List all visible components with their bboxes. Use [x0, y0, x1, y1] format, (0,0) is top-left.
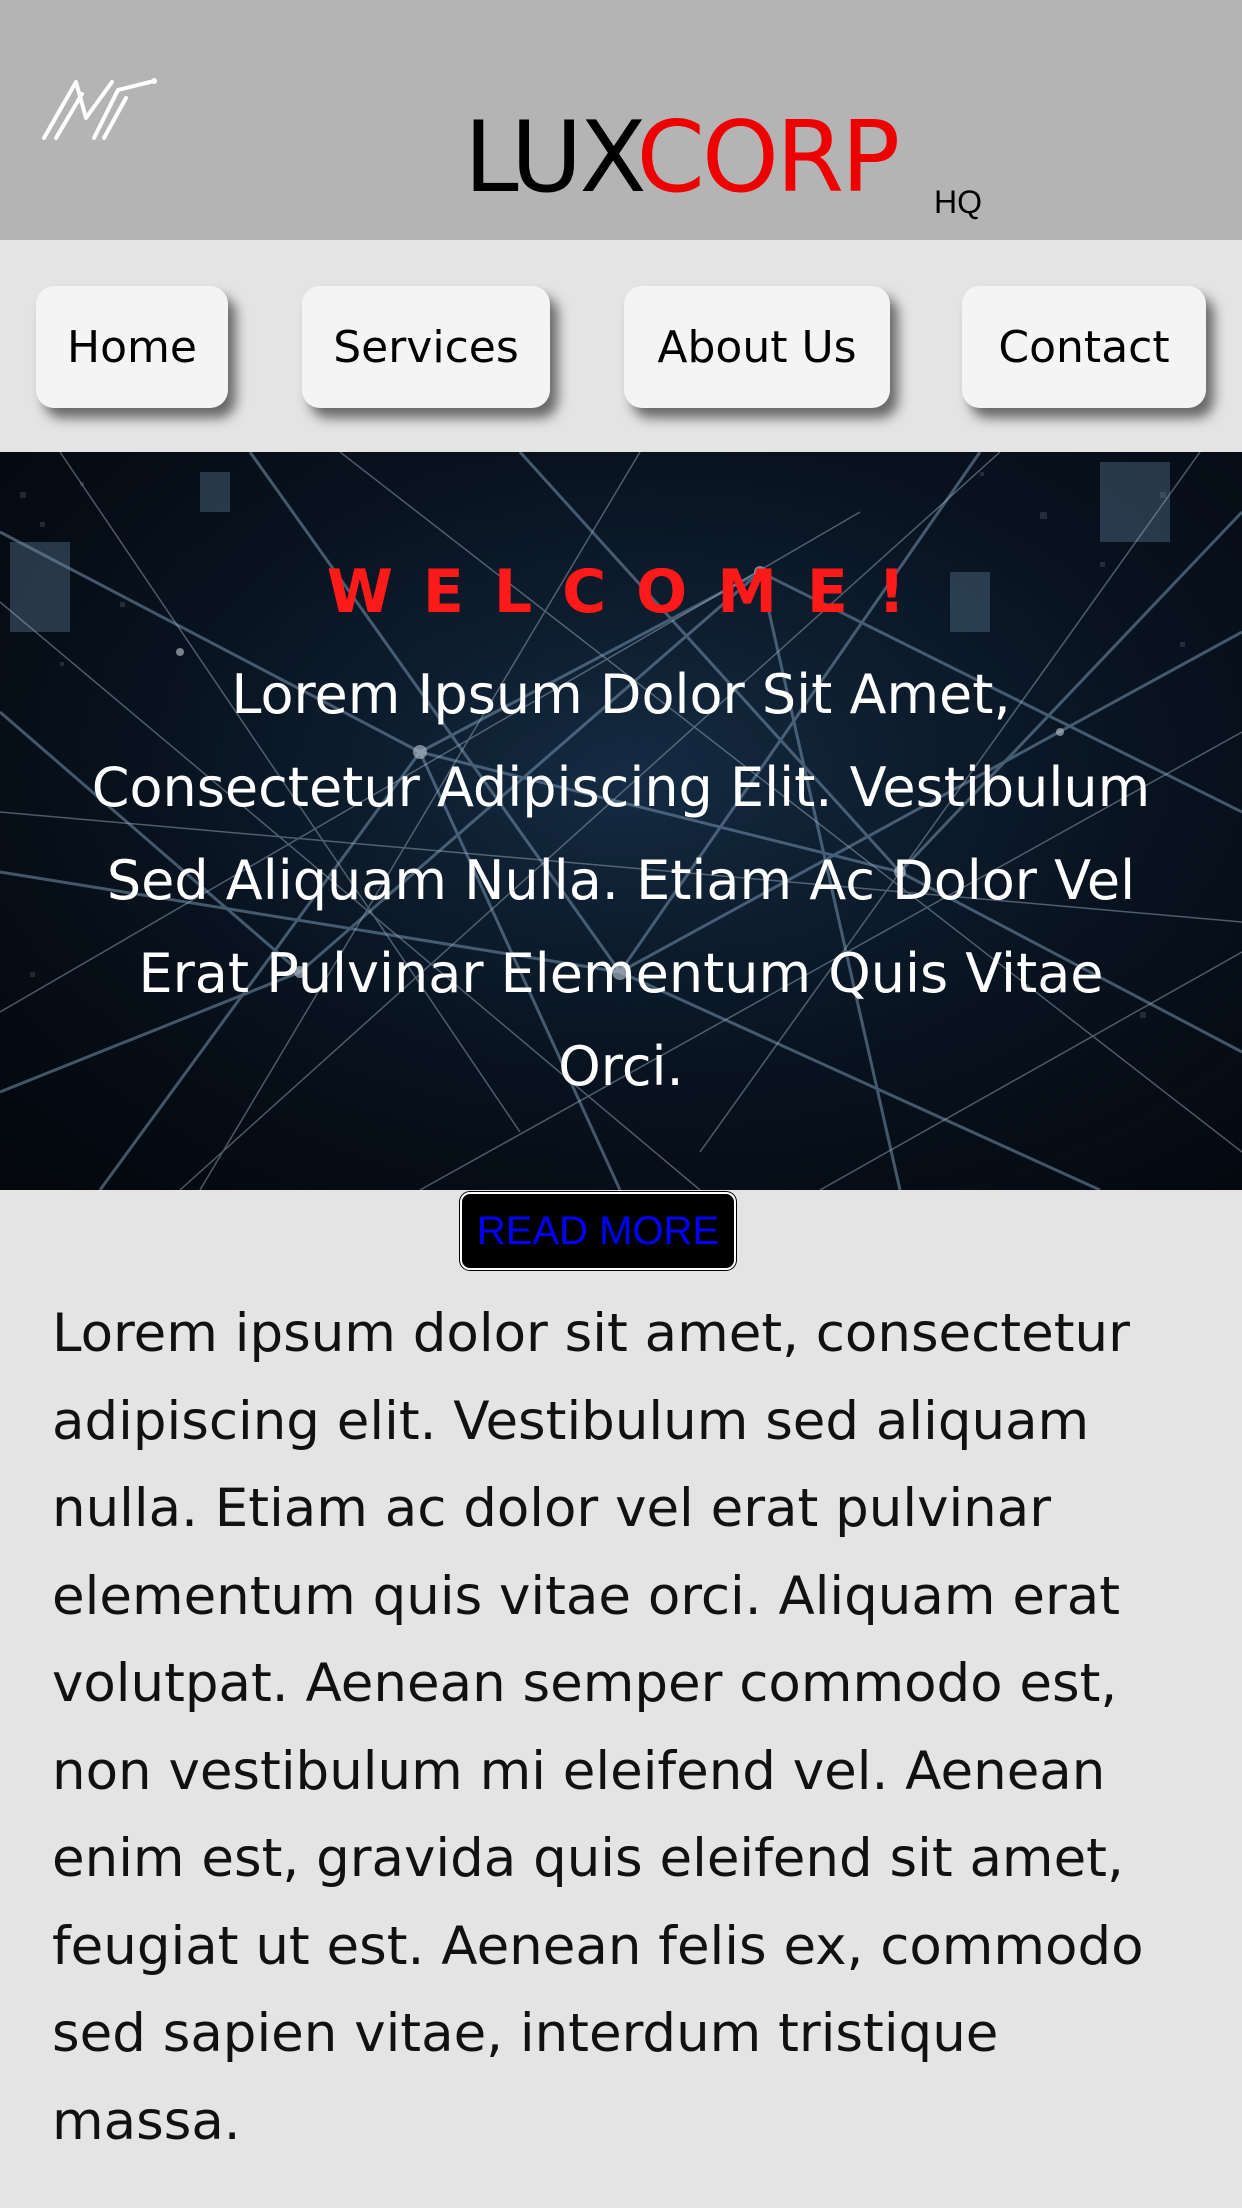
nav-home-button[interactable]: Home	[36, 286, 228, 408]
hero-welcome-heading: WELCOME!	[326, 557, 936, 627]
brand-wordmark[interactable]: LUXCORP	[464, 98, 900, 218]
hero-banner: WELCOME! Lorem Ipsum Dolor Sit Amet, Con…	[0, 452, 1242, 1190]
hero-body-text: Lorem Ipsum Dolor Sit Amet, Consectetur …	[91, 663, 1151, 1098]
main-navigation: Home Services About Us Contact	[0, 240, 1242, 452]
read-more-button[interactable]: READ MORE	[460, 1192, 736, 1270]
brand-suffix-hq: HQ	[934, 184, 982, 220]
brand-lux: LUX	[464, 101, 639, 215]
brand-corp: CORP	[636, 101, 900, 215]
nav-about-us-button[interactable]: About Us	[624, 286, 890, 408]
site-header: LUXCORP HQ	[0, 0, 1242, 240]
av-monogram-logo-icon[interactable]	[42, 76, 160, 142]
nav-contact-button[interactable]: Contact	[962, 286, 1206, 408]
content-paragraph: Lorem ipsum dolor sit amet, consectetur …	[52, 1303, 1144, 2152]
nav-services-button[interactable]: Services	[302, 286, 550, 408]
